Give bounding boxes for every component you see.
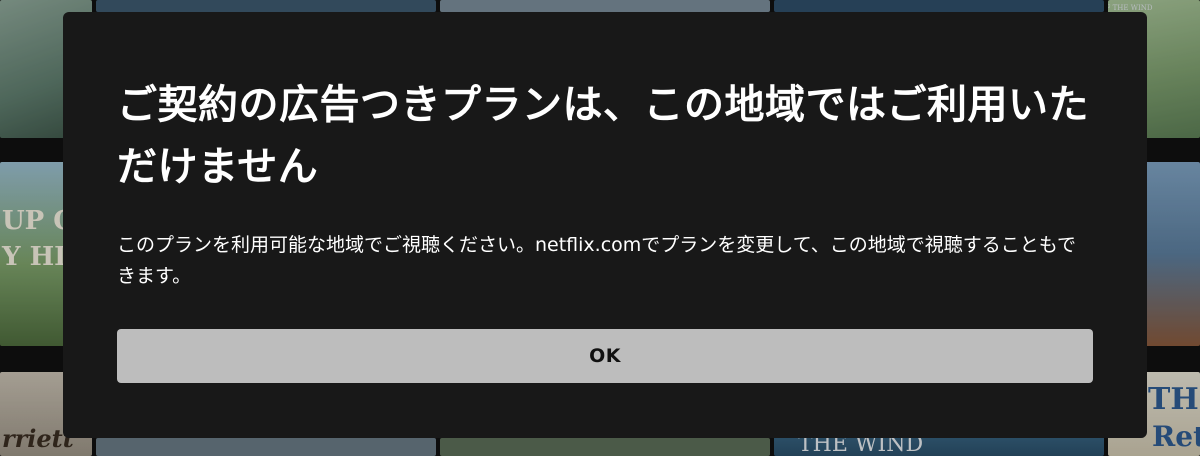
unavailable-plan-dialog: ご契約の広告つきプランは、この地域ではご利用いただけません このプランを利用可能… — [63, 12, 1147, 438]
dialog-title: ご契約の広告つきプランは、この地域ではご利用いただけません — [117, 82, 1089, 190]
ok-button[interactable]: OK — [117, 329, 1093, 383]
dialog-message: このプランを利用可能な地域でご視聴ください。netflix.comでプランを変更… — [117, 234, 1077, 287]
